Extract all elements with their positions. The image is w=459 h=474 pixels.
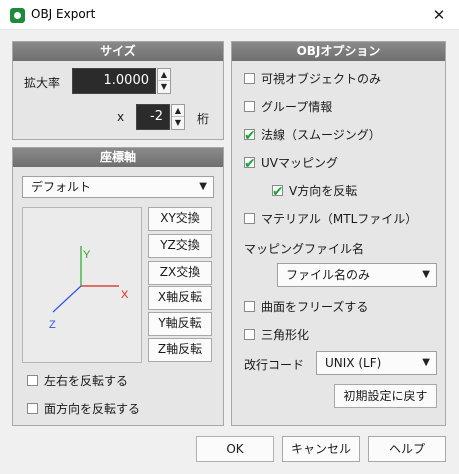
uv-mapping-checkbox[interactable]: ✔ UVマッピング (244, 154, 424, 172)
y-axis-label: Y (83, 249, 91, 261)
checkbox-box[interactable] (244, 329, 255, 340)
checkbox-box[interactable] (244, 73, 255, 84)
checkbox-box[interactable] (244, 301, 255, 312)
triangulate-checkbox[interactable]: 三角形化 (244, 326, 424, 342)
flip-x-button[interactable]: X軸反転 (148, 286, 212, 310)
swap-zx-button[interactable]: ZX交換 (148, 261, 212, 285)
checkbox-box[interactable] (244, 101, 255, 112)
normals-label: 法線（スムージング） (261, 128, 381, 142)
checkbox-box[interactable] (27, 403, 38, 414)
obj-options-header: OBJオプション (232, 42, 445, 61)
checkbox-box[interactable] (244, 213, 255, 224)
scale-label: 拡大率 (24, 76, 61, 90)
checkbox-box[interactable]: ✔ (272, 184, 284, 200)
checkmark-icon: ✔ (244, 128, 256, 144)
ok-button[interactable]: OK (196, 436, 274, 462)
axis-preset-value: デフォルト (31, 180, 92, 194)
visible-only-checkbox[interactable]: 可視オブジェクトのみ (244, 70, 424, 86)
cancel-button[interactable]: キャンセル (282, 436, 360, 462)
swap-xy-button[interactable]: XY交換 (148, 207, 212, 231)
flip-face-label: 面方向を反転する (44, 402, 141, 416)
scale-input[interactable]: 1.0000 (72, 68, 156, 94)
z-axis-line (52, 285, 82, 313)
axis-preview: Y X Z (22, 207, 142, 363)
spin-up-icon[interactable]: ▲ (172, 105, 184, 117)
coord-panel-header: 座標軸 (13, 148, 223, 167)
spin-down-icon[interactable]: ▼ (158, 81, 170, 93)
flip-face-checkbox[interactable]: 面方向を反転する (27, 400, 177, 416)
app-icon (10, 8, 25, 23)
spin-up-icon[interactable]: ▲ (158, 69, 170, 81)
normals-checkbox[interactable]: ✔ 法線（スムージング） (244, 126, 424, 144)
x-label: x (117, 110, 125, 124)
flip-v-label: V方向を反転 (289, 184, 358, 198)
group-info-label: グループ情報 (261, 100, 333, 114)
scale-spinner[interactable]: ▲ ▼ (157, 68, 171, 94)
mapping-filename-label: マッピングファイル名 (244, 242, 365, 256)
axis-preset-select[interactable]: デフォルト ▼ (22, 176, 214, 198)
visible-only-label: 可視オブジェクトのみ (261, 72, 382, 86)
flip-lr-label: 左右を反転する (44, 374, 129, 388)
x-axis-label: X (121, 289, 129, 301)
flip-z-button[interactable]: Z軸反転 (148, 338, 212, 362)
checkbox-box[interactable]: ✔ (244, 128, 256, 144)
chevron-down-icon: ▼ (199, 181, 207, 192)
flip-v-checkbox[interactable]: ✔ V方向を反転 (272, 182, 422, 200)
digits-unit-label: 桁 (197, 112, 210, 126)
material-checkbox[interactable]: マテリアル（MTLファイル） (244, 210, 439, 226)
close-icon[interactable]: ✕ (419, 0, 459, 30)
flip-y-button[interactable]: Y軸反転 (148, 312, 212, 336)
checkmark-icon: ✔ (244, 156, 256, 172)
digits-spinner[interactable]: ▲ ▼ (171, 104, 185, 130)
spin-down-icon[interactable]: ▼ (172, 117, 184, 129)
triangulate-label: 三角形化 (261, 328, 310, 342)
mapping-filename-select[interactable]: ファイル名のみ ▼ (277, 263, 437, 287)
newline-label: 改行コード (244, 358, 305, 372)
chevron-down-icon: ▼ (422, 269, 430, 280)
flip-lr-checkbox[interactable]: 左右を反転する (27, 372, 177, 388)
swap-yz-button[interactable]: YZ交換 (148, 234, 212, 258)
freeze-surface-checkbox[interactable]: 曲面をフリーズする (244, 298, 424, 314)
material-label: マテリアル（MTLファイル） (261, 212, 418, 226)
reset-defaults-button[interactable]: 初期設定に戻す (334, 384, 437, 408)
newline-value: UNIX (LF) (325, 356, 382, 370)
window-title: OBJ Export (31, 7, 96, 21)
checkbox-box[interactable] (27, 375, 38, 386)
digits-input[interactable]: -2 (136, 104, 170, 130)
help-button[interactable]: ヘルプ (368, 436, 446, 462)
axis-gizmo: Y X Z (49, 246, 129, 331)
uv-mapping-label: UVマッピング (261, 156, 338, 170)
freeze-surface-label: 曲面をフリーズする (261, 300, 369, 314)
mapping-filename-value: ファイル名のみ (286, 268, 371, 282)
checkbox-box[interactable]: ✔ (244, 156, 256, 172)
title-bar: OBJ Export ✕ (0, 0, 459, 30)
chevron-down-icon: ▼ (422, 357, 430, 368)
z-axis-label: Z (49, 319, 56, 331)
group-info-checkbox[interactable]: グループ情報 (244, 98, 424, 114)
newline-select[interactable]: UNIX (LF) ▼ (316, 351, 437, 375)
checkmark-icon: ✔ (272, 184, 284, 200)
size-panel-header: サイズ (13, 42, 223, 61)
